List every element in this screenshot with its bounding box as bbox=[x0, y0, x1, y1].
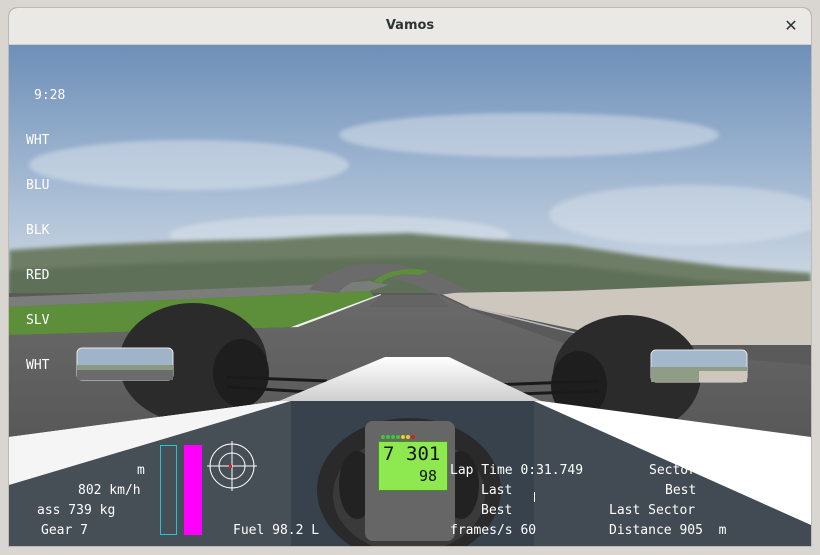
shift-light bbox=[386, 435, 390, 439]
sector-label: Sector bbox=[649, 463, 696, 478]
shift-lights bbox=[381, 435, 415, 439]
mass-readout: ass 739 kg bbox=[37, 503, 116, 518]
lap-cursor bbox=[534, 492, 535, 502]
game-viewport[interactable]: 7 301 98 9:28 WHT BLU BLK RED SLV WHT m … bbox=[9, 45, 811, 546]
dash-rpm: 301 bbox=[406, 443, 441, 465]
sector-best: Best bbox=[665, 483, 697, 498]
frame-rate: frames/s 60 bbox=[450, 523, 537, 538]
standing-row: RED bbox=[26, 268, 50, 283]
distance: Distance 905 m bbox=[609, 523, 727, 538]
shift-light bbox=[401, 435, 405, 439]
shift-light bbox=[391, 435, 395, 439]
standings-list: 9:28 WHT BLU BLK RED SLV WHT bbox=[26, 58, 73, 403]
window-title: Vamos bbox=[385, 18, 435, 33]
shift-light bbox=[381, 435, 385, 439]
dash-speed: 98 bbox=[419, 467, 438, 485]
gear-readout: Gear 7 bbox=[41, 523, 88, 538]
standing-row: BLK bbox=[26, 223, 50, 238]
race-clock: 9:28 bbox=[34, 88, 66, 103]
game-window: Vamos ✕ 7 301 98 9:28 WHT BLU BLK RED SL… bbox=[9, 8, 811, 546]
shift-light bbox=[411, 435, 415, 439]
close-icon[interactable]: ✕ bbox=[781, 16, 801, 36]
right-mirror bbox=[650, 349, 748, 383]
speed-readout: 802 km/h bbox=[78, 483, 141, 498]
dash-display: 7 301 98 bbox=[378, 435, 448, 491]
title-bar: Vamos ✕ bbox=[9, 8, 811, 45]
standing-row: WHT bbox=[26, 358, 50, 373]
shift-light bbox=[396, 435, 400, 439]
rpm-readout: m bbox=[137, 463, 145, 478]
fuel-bar bbox=[184, 445, 202, 535]
standing-row: BLU bbox=[26, 178, 50, 193]
lap-time: Lap Time 0:31.749 bbox=[450, 463, 584, 478]
left-mirror bbox=[76, 347, 174, 381]
fuel-readout: Fuel 98.2 L bbox=[233, 523, 320, 538]
throttle-gauge bbox=[160, 445, 177, 535]
last-lap: Last bbox=[481, 483, 513, 498]
standing-row: SLV bbox=[26, 313, 50, 328]
dash-gear: 7 bbox=[383, 443, 395, 465]
shift-light bbox=[406, 435, 410, 439]
last-sector: Last Sector bbox=[609, 503, 696, 518]
g-force-crosshair bbox=[207, 441, 257, 491]
standing-row: WHT bbox=[26, 133, 50, 148]
best-lap: Best bbox=[481, 503, 513, 518]
